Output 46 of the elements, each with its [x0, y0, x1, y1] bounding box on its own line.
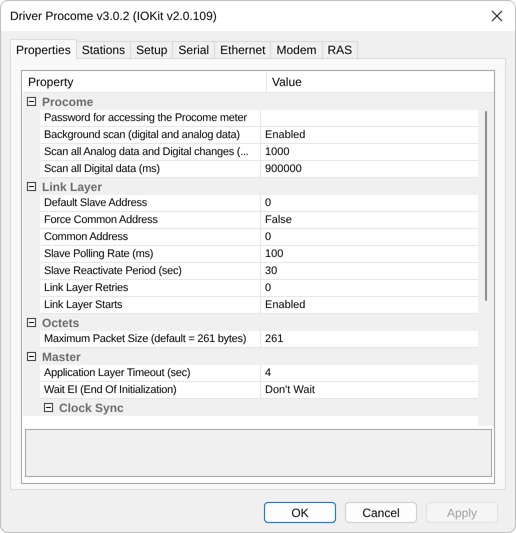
property-name-cell: Force Common Address: [40, 212, 261, 229]
property-value-cell[interactable]: 0: [261, 229, 478, 246]
close-icon: [489, 8, 505, 24]
property-value-cell[interactable]: 0: [261, 280, 478, 297]
window-title: Driver Procome v3.0.2 (IOKit v2.0.109): [10, 9, 217, 23]
group-label: Procome: [42, 94, 94, 108]
collapse-icon[interactable]: [26, 97, 36, 106]
property-value-cell[interactable]: 4: [261, 365, 478, 382]
group-label: Octets: [42, 316, 80, 330]
scrollbar-thumb[interactable]: [485, 111, 487, 301]
property-name-cell: Default Slave Address: [40, 195, 261, 212]
property-value-cell[interactable]: 100: [261, 246, 478, 263]
collapse-icon[interactable]: [44, 403, 52, 412]
group-label: Clock Sync: [59, 400, 124, 414]
scrollbar[interactable]: [478, 93, 494, 426]
collapse-icon[interactable]: [26, 352, 36, 361]
collapse-icon[interactable]: [26, 182, 36, 191]
property-name-cell: Password for accessing the Procome meter: [40, 110, 261, 127]
group-header-row[interactable]: Clock Sync: [40, 399, 478, 416]
column-header[interactable]: Value: [267, 72, 494, 92]
property-value-cell[interactable]: 1000: [261, 144, 478, 161]
property-name-cell: Background scan (digital and analog data): [40, 127, 261, 144]
property-name-cell: Slave Reactivate Period (sec): [40, 263, 261, 280]
group-header-row[interactable]: Procome: [23, 93, 478, 110]
property-name-cell: Application Layer Timeout (sec): [40, 365, 261, 382]
collapse-icon[interactable]: [26, 318, 36, 327]
tab[interactable]: Setup: [130, 41, 174, 59]
property-value-cell[interactable]: Enabled: [261, 127, 478, 144]
column-header[interactable]: Property: [23, 72, 267, 92]
group-label: Master: [42, 350, 81, 364]
property-name-cell: Scan all Analog data and Digital changes (...: [40, 144, 261, 161]
group-header-row[interactable]: Octets: [23, 314, 478, 331]
group-header-row[interactable]: Link Layer: [23, 178, 478, 195]
close-button[interactable]: [489, 8, 505, 24]
property-name-cell: Link Layer Retries: [40, 280, 261, 297]
group-header-row[interactable]: Master: [23, 348, 478, 365]
dialog-button[interactable]: OK: [264, 502, 336, 523]
group-label: Link Layer: [42, 180, 102, 194]
dialog-button[interactable]: Cancel: [345, 502, 417, 523]
tab[interactable]: RAS: [322, 41, 358, 59]
property-name-cell: Common Address: [40, 229, 261, 246]
property-value-cell[interactable]: False: [261, 212, 478, 229]
property-name-cell: Slave Polling Rate (ms): [40, 246, 261, 263]
tab[interactable]: Properties: [10, 39, 77, 59]
property-value-cell[interactable]: 0: [261, 195, 478, 212]
property-value-cell[interactable]: 30: [261, 263, 478, 280]
